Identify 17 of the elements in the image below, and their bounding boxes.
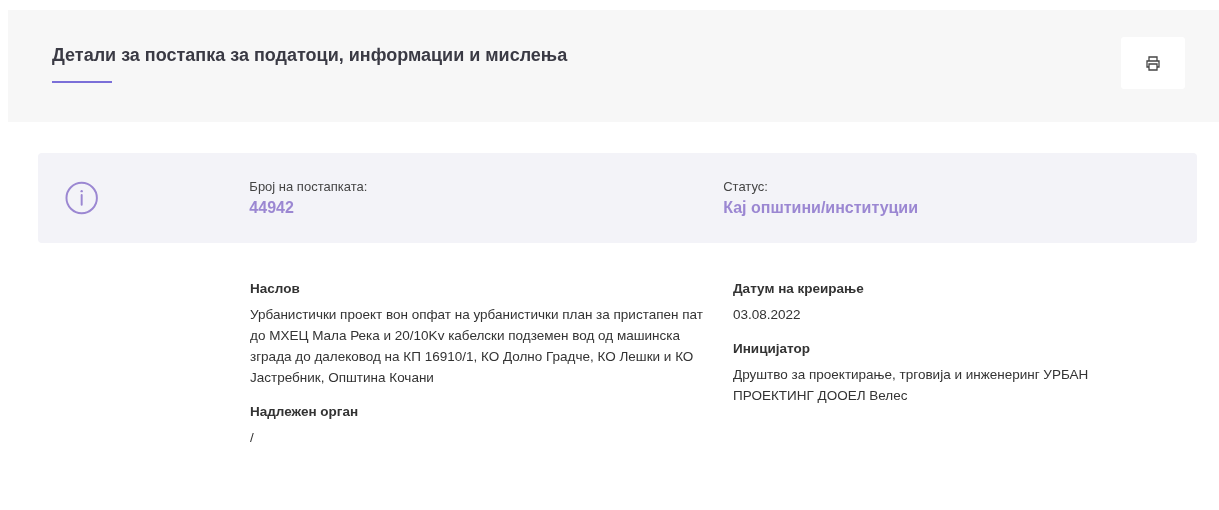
status-label: Статус: <box>723 177 769 195</box>
print-icon <box>1145 55 1161 71</box>
field-value: 03.08.2022 <box>733 306 802 324</box>
print-button[interactable] <box>1121 37 1185 89</box>
status-value: Кај општини/институции <box>723 197 920 218</box>
field-label: Иницијатор <box>733 341 811 356</box>
number-label: Број на постапката: <box>249 177 369 195</box>
procedure-number: 44942 <box>249 197 295 218</box>
title-underline <box>52 81 112 83</box>
field-value: Друштво за проектирање, трговија и инженеринг УРБАН ПРОЕКТИНГ ДООЕЛ Велес <box>733 366 1090 405</box>
field-label: Надлежен орган <box>250 404 360 419</box>
info-icon <box>65 181 99 215</box>
field-value: Урбанистички проект вон опфат на урбанистички план за пристапен пат до МХЕЦ Мала Река и 20/10Kv кабелски подземен вод од машинска зграда до далековод на КП 16910/1, КО Долно Градче, КО Лешки и КО Јастребник, Општина Кочани <box>250 306 704 387</box>
field-value: / <box>250 429 255 447</box>
page-title: Детали за постапка за податоци, информации и мислења <box>52 45 569 66</box>
field-label: Наслов <box>250 281 301 296</box>
field-label: Датум на креирање <box>733 281 865 296</box>
